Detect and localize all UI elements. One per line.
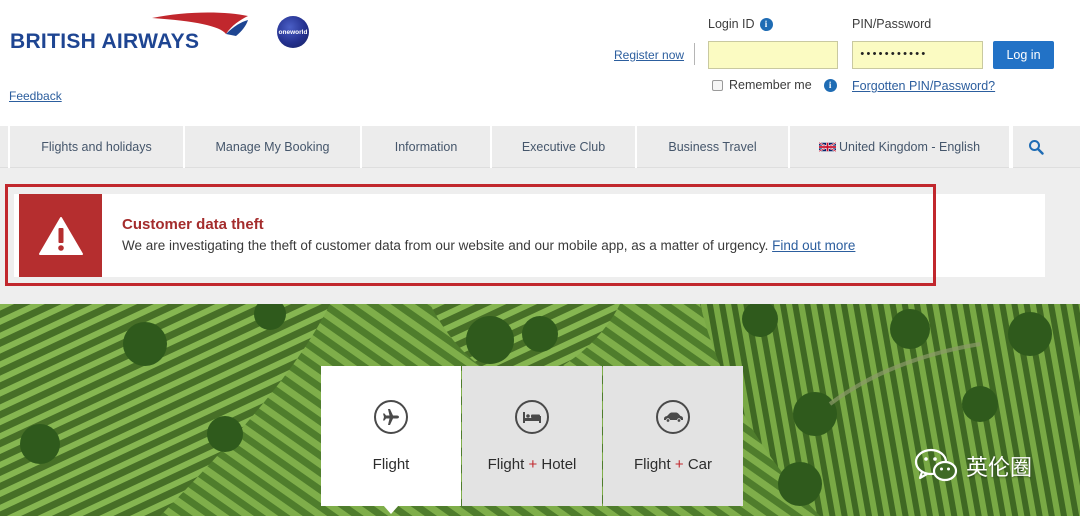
nav-business-travel[interactable]: Business Travel — [637, 126, 790, 168]
nav-search[interactable] — [1011, 126, 1059, 168]
pin-password-input[interactable]: ••••••••••• — [852, 41, 983, 69]
feedback-link[interactable]: Feedback — [9, 89, 62, 103]
main-navigation: Flights and holidays Manage My Booking I… — [0, 126, 1080, 168]
wechat-watermark: 英伦圈 — [914, 448, 1032, 484]
tab-flight[interactable]: Flight — [321, 366, 461, 506]
british-airways-logo[interactable]: BRITISH AIRWAYS — [10, 12, 250, 56]
nav-country-language[interactable]: United Kingdom - English — [790, 126, 1011, 168]
nav-executive-club[interactable]: Executive Club — [492, 126, 637, 168]
tab-label: Flight — [372, 456, 410, 473]
highlight-annotation-box — [5, 184, 936, 286]
nav-label: Flights and holidays — [41, 140, 152, 154]
nav-label: Manage My Booking — [215, 140, 330, 154]
nav-edge — [0, 126, 10, 168]
login-id-label: Login ID — [708, 17, 755, 31]
tab-flight-hotel[interactable]: Flight + Hotel — [462, 366, 602, 506]
remember-me-checkbox[interactable] — [712, 79, 723, 91]
nav-label: United Kingdom - English — [838, 140, 981, 154]
watermark-text: 英伦圈 — [966, 456, 1033, 481]
pin-label-group: PIN/Password — [852, 17, 931, 31]
nav-flights-and-holidays[interactable]: Flights and holidays — [10, 126, 185, 168]
info-icon[interactable]: i — [759, 17, 773, 31]
nav-label: Information — [394, 140, 458, 154]
uk-flag-icon — [818, 141, 836, 153]
nav-information[interactable]: Information — [362, 126, 492, 168]
remember-me-group: Remember me i — [712, 78, 837, 92]
plane-icon — [374, 400, 408, 434]
nav-manage-my-booking[interactable]: Manage My Booking — [185, 126, 362, 168]
login-id-label-group: Login ID i — [708, 17, 773, 31]
login-button[interactable]: Log in — [993, 41, 1054, 69]
ba-homepage: BRITISH AIRWAYS oneworld Feedback Regist… — [0, 0, 1080, 516]
nav-label: Executive Club — [521, 140, 606, 154]
bed-icon — [515, 400, 549, 434]
booking-tabs: Flight Flight + Hotel Flight + Car — [321, 366, 743, 506]
info-icon[interactable]: i — [823, 78, 837, 92]
brand-name: BRITISH AIRWAYS — [10, 30, 200, 53]
active-tab-pointer — [383, 505, 399, 514]
site-header: BRITISH AIRWAYS oneworld Feedback Regist… — [0, 0, 1080, 126]
tab-label: Flight + Hotel — [487, 456, 577, 473]
login-id-input[interactable] — [708, 41, 838, 69]
tab-flight-car[interactable]: Flight + Car — [603, 366, 743, 506]
wechat-icon — [914, 448, 958, 482]
remember-me-label: Remember me — [729, 78, 812, 92]
header-divider — [694, 43, 695, 65]
pin-label: PIN/Password — [852, 17, 932, 31]
forgotten-pin-link[interactable]: Forgotten PIN/Password? — [852, 79, 995, 93]
search-icon — [1029, 140, 1044, 155]
tab-label: Flight + Car — [634, 456, 712, 473]
oneworld-logo: oneworld — [277, 16, 309, 48]
car-icon — [656, 400, 690, 434]
register-now-link[interactable]: Register now — [614, 48, 684, 62]
nav-label: Business Travel — [668, 140, 757, 154]
